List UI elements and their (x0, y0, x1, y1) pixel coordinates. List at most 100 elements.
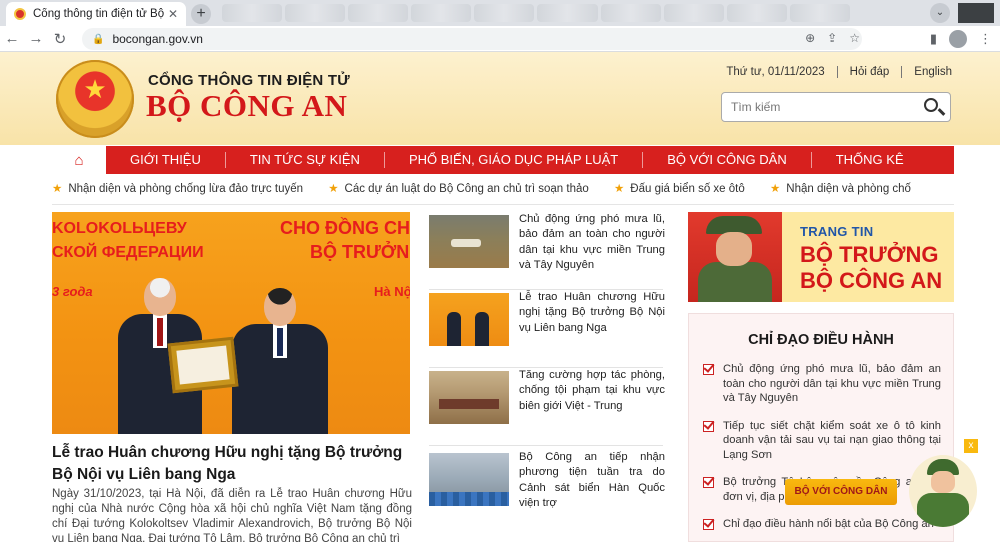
site-title[interactable]: BỘ CÔNG AN (146, 88, 347, 124)
blurred-tab[interactable] (411, 4, 472, 22)
window-controls[interactable] (958, 3, 994, 23)
english-link[interactable]: English (902, 66, 952, 78)
back-arrow-icon[interactable]: ← (0, 30, 24, 47)
certificate-frame (167, 336, 239, 394)
address-bar[interactable]: 🔒 bocongan.gov.vn (82, 28, 862, 50)
story-thumbnail[interactable] (429, 293, 509, 346)
ticker-item[interactable]: ★ Nhận diện và phòng chố (770, 181, 911, 195)
tabbar-controls: ⌄ (930, 3, 994, 23)
lock-icon[interactable]: 🔒 (92, 34, 104, 45)
share-icon[interactable]: ⇪ (827, 31, 837, 45)
uni (698, 262, 772, 302)
sidepanel-icon[interactable]: ▮ (930, 31, 937, 47)
omnibox-actions: ⊕ ⇪ ☆ (805, 31, 860, 45)
banner-text: KOLOKOLЬЦЕВУ (52, 220, 187, 237)
head (144, 278, 176, 316)
search-input[interactable]: Tìm kiếm (721, 92, 951, 122)
body2 (917, 493, 969, 527)
directive-text: Chủ động ứng phó mưa lũ, bảo đảm an toàn… (723, 363, 941, 404)
checkbox-icon (703, 519, 714, 530)
site-header: ★ CỔNG THÔNG TIN ĐIỆN TỬ BỘ CÔNG AN Thứ … (0, 52, 1000, 145)
search-icon[interactable] (924, 98, 938, 112)
list-item[interactable]: Tăng cường hợp tác phòng, chống tội phạm… (429, 368, 665, 446)
person-figure (232, 288, 328, 434)
tab-title: Cổng thông tin điện tử Bộ Công (33, 8, 164, 20)
feature-image[interactable]: KOLOKOLЬЦЕВУ СКОЙ ФЕДЕРАЦИИ 3 года CHO Đ… (52, 212, 410, 434)
p (475, 312, 489, 346)
ticker-item[interactable]: ★ Đấu giá biển số xe ôtô (614, 181, 745, 195)
story-title[interactable]: Chủ động ứng phó mưa lũ, bảo đảm an toàn… (519, 212, 665, 274)
bookmark-star-icon[interactable]: ☆ (849, 31, 860, 45)
blurred-tab[interactable] (474, 4, 535, 22)
banner-text: СКОЙ ФЕДЕРАЦИИ (52, 244, 204, 261)
blurred-tab[interactable] (222, 4, 283, 22)
list-item[interactable]: Tiếp tục siết chặt kiểm soát xe ô tô kin… (689, 419, 953, 463)
police-mascot-avatar[interactable] (909, 455, 977, 527)
directive-text: Chỉ đạo điều hành nổi bật của Bộ Công an (723, 518, 934, 530)
face (716, 232, 752, 266)
site-subtitle: CỔNG THÔNG TIN ĐIỆN TỬ (148, 72, 350, 89)
other-tabs (222, 4, 850, 22)
close-icon[interactable]: x (964, 439, 978, 453)
banner-title: BỘ TRƯỞNG (800, 242, 939, 267)
list-item[interactable]: Chủ động ứng phó mưa lũ, bảo đảm an toàn… (429, 212, 665, 290)
blurred-tab[interactable] (348, 4, 409, 22)
profile-avatar-icon[interactable] (949, 30, 967, 48)
story-title[interactable]: Bộ Công an tiếp nhận phương tiện tuần tr… (519, 450, 665, 512)
blurred-tab[interactable] (600, 4, 661, 22)
citizen-button[interactable]: BỘ VỚI CÔNG DÂN (785, 479, 897, 505)
directive-text: Tiếp tục siết chặt kiểm soát xe ô tô kin… (723, 419, 941, 461)
browser-toolbar: ← → ↻ 🔒 bocongan.gov.vn ⊕ ⇪ ☆ ▮ ⋮ (0, 26, 1000, 52)
nav-item-thong-ke[interactable]: THỐNG KÊ (812, 152, 928, 168)
home-icon[interactable]: ⌂ (52, 146, 106, 174)
emblem-star-icon: ★ (83, 74, 107, 104)
nav-item-tin-tuc[interactable]: TIN TỨC SỰ KIỆN (226, 152, 385, 168)
story-thumbnail[interactable] (429, 215, 509, 268)
new-tab-button[interactable]: + (191, 4, 211, 24)
star-icon: ★ (328, 183, 339, 195)
story-title[interactable]: Tăng cường hợp tác phòng, chống tội phạm… (519, 368, 665, 414)
list-item[interactable]: Chủ động ứng phó mưa lũ, bảo đảm an toàn… (689, 362, 953, 406)
ticker-item[interactable]: ★ Nhận diện và phòng chống lừa đảo trực t… (52, 181, 303, 195)
minister-photo (688, 212, 782, 302)
story-thumbnail[interactable] (429, 453, 509, 506)
tab-search-icon[interactable]: ⌄ (930, 3, 950, 23)
reload-icon[interactable]: ↻ (48, 30, 72, 48)
zoom-icon[interactable]: ⊕ (805, 31, 815, 45)
blurred-tab[interactable] (537, 4, 598, 22)
police-emblem-logo[interactable]: ★ (56, 60, 134, 138)
current-date: Thứ tư, 01/11/2023 (714, 66, 838, 78)
browser-tab[interactable]: Cổng thông tin điện tử Bộ Công ✕ (6, 2, 186, 26)
forward-arrow-icon[interactable]: → (24, 30, 48, 47)
ticker-text: Nhận diện và phòng chống lừa đảo trực tu… (68, 183, 304, 195)
list-item[interactable]: Bộ Công an tiếp nhận phương tiện tuần tr… (429, 450, 665, 528)
banner-text: CHO ĐỒNG CHÍ T (280, 218, 410, 238)
menu-kebab-icon[interactable]: ⋮ (979, 31, 992, 47)
faq-link[interactable]: Hỏi đáp (838, 66, 903, 78)
tie (157, 318, 163, 346)
minister-page-banner[interactable]: TRANG TIN BỘ TRƯỞNG BỘ CÔNG AN (688, 212, 954, 302)
feature-headline[interactable]: Lễ trao Huân chương Hữu nghị tặng Bộ trư… (52, 442, 412, 486)
checkbox-icon (703, 420, 714, 432)
nav-item-pho-bien[interactable]: PHỔ BIẾN, GIÁO DỤC PHÁP LUẬT (385, 152, 644, 168)
story-title[interactable]: Lễ trao Huân chương Hữu nghị tặng Bộ trư… (519, 290, 665, 336)
blurred-tab[interactable] (285, 4, 346, 22)
blurred-tab[interactable] (789, 4, 850, 22)
list-item[interactable]: Chỉ đạo điều hành nổi bật của Bộ Công an (689, 517, 953, 532)
ticker-item[interactable]: ★ Các dự án luật do Bộ Công an chủ trì so… (328, 181, 589, 195)
nav-item-cong-dan[interactable]: BỘ VỚI CÔNG DÂN (643, 152, 812, 168)
list-item[interactable]: Lễ trao Huân chương Hữu nghị tặng Bộ trư… (429, 290, 665, 368)
close-tab-icon[interactable]: ✕ (168, 7, 178, 21)
divider (52, 204, 954, 205)
ticker-text: Đấu giá biển số xe ôtô (630, 183, 745, 195)
blurred-tab[interactable] (726, 4, 787, 22)
feature-summary: Ngày 31/10/2023, tại Hà Nội, đã diễn ra … (52, 488, 412, 542)
banner-text: Hà Nội, (374, 284, 410, 299)
url-text: bocongan.gov.vn (112, 32, 203, 46)
nav-item-gioi-thieu[interactable]: GIỚI THIỆU (106, 152, 226, 168)
face2 (931, 471, 955, 493)
banner-text: BỘ TRƯỞNG (310, 242, 410, 262)
story-thumbnail[interactable] (429, 371, 509, 424)
checkbox-icon (703, 477, 714, 488)
blurred-tab[interactable] (663, 4, 724, 22)
